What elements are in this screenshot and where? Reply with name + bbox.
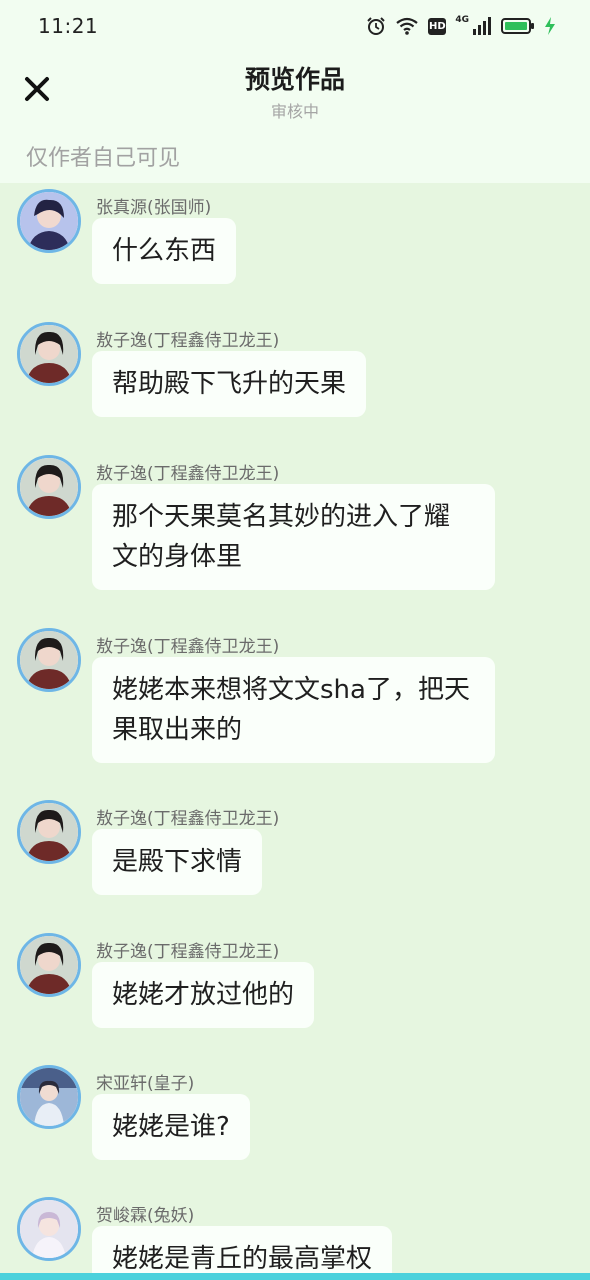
avatar[interactable] [17, 933, 81, 997]
hd-icon: HD [428, 17, 447, 35]
avatar-zhang [20, 192, 78, 250]
chat-list[interactable]: 张真源(张国师) 什么东西 敖子逸(丁程鑫侍卫龙王) 帮助殿下飞升的天果 敖子逸… [0, 183, 590, 1273]
message-bubble[interactable]: 那个天果莫名其妙的进入了耀文的身体里 [92, 484, 495, 590]
avatar[interactable] [17, 1197, 81, 1261]
sender-name: 宋亚轩(皇子) [96, 1074, 195, 1094]
sender-name: 敖子逸(丁程鑫侍卫龙王) [96, 637, 280, 657]
sender-name: 敖子逸(丁程鑫侍卫龙王) [96, 809, 280, 829]
top-header: 11:21 HD 4G 预览作品 审核中 仅作者自己可见 [0, 0, 590, 183]
avatar[interactable] [17, 322, 81, 386]
avatar-ao [20, 803, 78, 861]
avatar-ao [20, 936, 78, 994]
battery-icon [501, 18, 534, 34]
visibility-note: 仅作者自己可见 [26, 146, 181, 171]
alarm-icon [367, 17, 386, 35]
avatar[interactable] [17, 800, 81, 864]
page-title: 预览作品 [244, 65, 345, 94]
signal-icon [473, 17, 491, 35]
avatar-ao [20, 325, 78, 383]
message-bubble[interactable]: 姥姥是谁? [92, 1094, 250, 1160]
message-bubble[interactable]: 姥姥是青丘的最高掌权 [92, 1226, 393, 1273]
bottom-accent-bar [0, 1273, 590, 1280]
message-bubble[interactable]: 姥姥才放过他的 [92, 962, 315, 1028]
sender-name: 敖子逸(丁程鑫侍卫龙王) [96, 464, 280, 484]
avatar[interactable] [17, 1065, 81, 1129]
sender-name: 贺峻霖(兔妖) [96, 1206, 195, 1226]
sender-name: 敖子逸(丁程鑫侍卫龙王) [96, 942, 280, 962]
charging-icon [545, 17, 555, 35]
avatar-ao [20, 458, 78, 516]
network-type: 4G [455, 15, 469, 25]
wifi-icon [396, 17, 419, 35]
message-bubble[interactable]: 帮助殿下飞升的天果 [92, 351, 367, 417]
avatar-he [20, 1200, 78, 1258]
avatar[interactable] [17, 189, 81, 253]
avatar-song [20, 1068, 78, 1126]
sender-name: 张真源(张国师) [96, 198, 212, 218]
avatar-ao [20, 631, 78, 689]
avatar[interactable] [17, 455, 81, 519]
message-bubble[interactable]: 是殿下求情 [92, 829, 263, 895]
status-bar: 11:21 HD 4G [0, 0, 590, 52]
status-icons: HD 4G [366, 15, 556, 37]
status-time: 11:21 [38, 14, 99, 38]
sender-name: 敖子逸(丁程鑫侍卫龙王) [96, 331, 280, 351]
review-status: 审核中 [270, 102, 319, 121]
message-bubble[interactable]: 姥姥本来想将文文sha了，把天果取出来的 [92, 657, 495, 763]
avatar[interactable] [17, 628, 81, 692]
message-bubble[interactable]: 什么东西 [92, 218, 237, 284]
